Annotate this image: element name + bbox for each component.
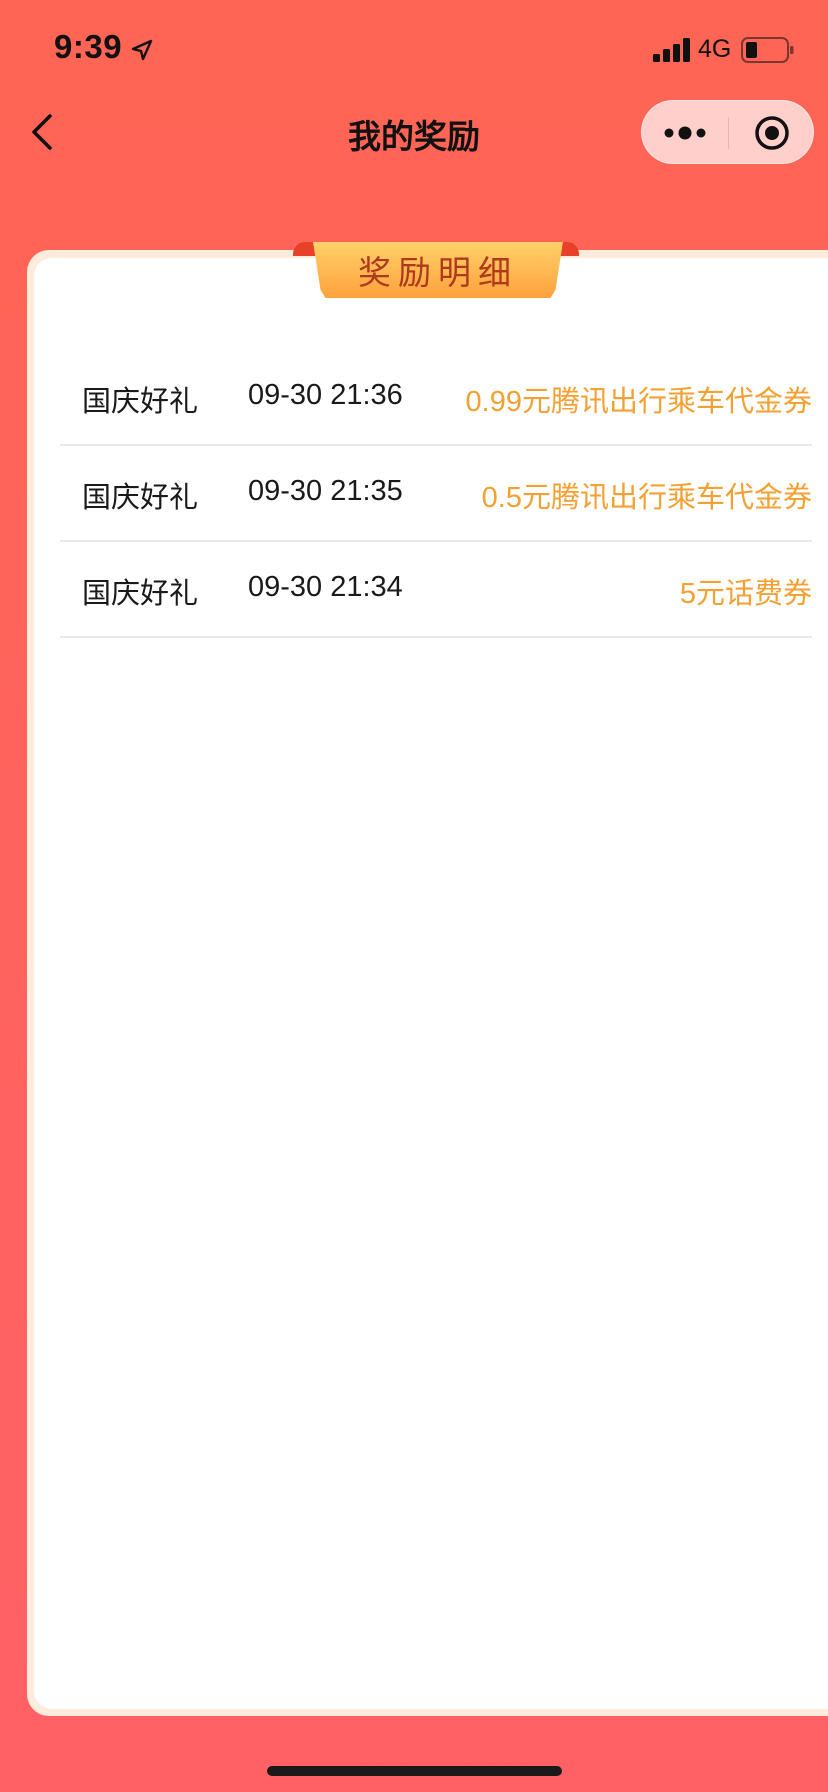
reward-row: 国庆好礼 09-30 21:36 0.99元腾讯出行乘车代金券 xyxy=(60,350,812,446)
reward-row: 国庆好礼 09-30 21:35 0.5元腾讯出行乘车代金券 xyxy=(60,446,812,542)
miniprogram-capsule xyxy=(641,100,814,164)
reward-name: 0.99元腾讯出行乘车代金券 xyxy=(465,386,812,418)
status-bar: 9:39 4G xyxy=(0,0,828,100)
reward-list: 国庆好礼 09-30 21:36 0.99元腾讯出行乘车代金券 国庆好礼 09-… xyxy=(60,350,812,638)
reward-name: 0.5元腾讯出行乘车代金券 xyxy=(481,482,812,514)
battery-low-icon xyxy=(741,37,794,63)
page-title: 我的奖励 xyxy=(348,117,480,156)
more-dots-icon xyxy=(664,126,706,140)
status-time: 9:39 xyxy=(54,28,123,65)
reward-source: 国庆好礼 xyxy=(82,576,199,610)
back-button[interactable] xyxy=(22,108,62,156)
section-ribbon: 奖励明细 xyxy=(313,242,563,298)
close-miniprogram-button[interactable] xyxy=(729,101,815,165)
home-indicator[interactable] xyxy=(267,1766,562,1776)
section-title: 奖励明细 xyxy=(358,253,518,292)
location-arrow-icon xyxy=(131,39,153,61)
reward-time: 09-30 21:36 xyxy=(248,379,403,411)
reward-source: 国庆好礼 xyxy=(82,480,199,514)
reward-row: 国庆好礼 09-30 21:34 5元话费券 xyxy=(60,542,812,638)
reward-source: 国庆好礼 xyxy=(82,384,199,418)
network-type-label: 4G xyxy=(698,35,732,63)
record-target-icon xyxy=(755,116,789,150)
reward-time: 09-30 21:34 xyxy=(248,571,403,603)
reward-time: 09-30 21:35 xyxy=(248,475,403,507)
signal-bars-icon xyxy=(653,38,690,62)
chevron-left-icon xyxy=(32,114,52,150)
more-button[interactable] xyxy=(642,101,728,165)
reward-name: 5元话费券 xyxy=(679,578,812,610)
